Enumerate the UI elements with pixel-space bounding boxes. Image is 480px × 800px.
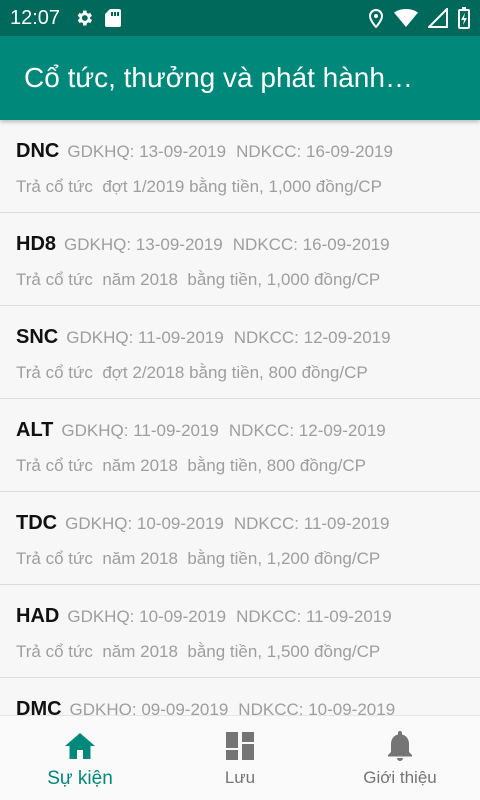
- home-icon: [65, 730, 95, 762]
- dashboard-icon: [226, 730, 254, 762]
- bell-icon: [387, 730, 413, 762]
- record-date: NDKCC: 12-09-2019: [228, 421, 386, 440]
- event-header: DNC GDKHQ: 13-09-2019 NDKCC: 16-09-2019: [16, 140, 464, 163]
- stock-ticker: DMC: [16, 698, 62, 716]
- battery-charging-icon: [458, 7, 470, 29]
- status-time: 12:07: [10, 6, 61, 29]
- ex-rights-date: GDKHQ: 13-09-2019: [64, 235, 223, 254]
- stock-ticker: ALT: [16, 419, 54, 441]
- nav-label-about: Giới thiệu: [363, 768, 437, 787]
- app-bar: Cổ tức, thưởng và phát hành…: [0, 36, 480, 120]
- stock-ticker: TDC: [16, 512, 58, 534]
- sd-card-icon: [104, 8, 122, 28]
- stock-ticker: HAD: [16, 605, 60, 627]
- event-description: Trả cổ tức năm 2018 bằng tiền, 800 đồng/…: [16, 456, 367, 475]
- event-list[interactable]: DNC GDKHQ: 13-09-2019 NDKCC: 16-09-2019 Trả…: [0, 120, 480, 716]
- event-row[interactable]: SNC GDKHQ: 11-09-2019 NDKCC: 12-09-2019 Trả…: [0, 306, 480, 399]
- event-header: DMC GDKHQ: 09-09-2019 NDKCC: 10-09-2019: [16, 698, 464, 716]
- ex-rights-date: GDKHQ: 11-09-2019: [61, 421, 219, 440]
- record-date: NDKCC: 16-09-2019: [232, 235, 390, 254]
- status-bar: 12:07: [0, 0, 480, 36]
- event-description: Trả cổ tức năm 2018 bằng tiền, 1,200 đồn…: [16, 549, 381, 568]
- event-header: SNC GDKHQ: 11-09-2019 NDKCC: 12-09-2019: [16, 326, 464, 349]
- event-header: TDC GDKHQ: 10-09-2019 NDKCC: 11-09-2019: [16, 512, 464, 535]
- nav-label-events: Sự kiện: [47, 768, 113, 789]
- bottom-navigation: Sự kiện Lưu Giới thiệu: [0, 715, 480, 800]
- ex-rights-date: GDKHQ: 13-09-2019: [67, 142, 227, 161]
- event-header: HAD GDKHQ: 10-09-2019 NDKCC: 11-09-2019: [16, 605, 464, 628]
- ex-rights-date: GDKHQ: 10-09-2019: [65, 514, 224, 533]
- nav-label-saved: Lưu: [224, 768, 256, 787]
- record-date: NDKCC: 12-09-2019: [233, 328, 391, 347]
- nav-item-saved[interactable]: Lưu: [160, 716, 320, 800]
- record-date: NDKCC: 11-09-2019: [233, 514, 390, 533]
- event-row[interactable]: TDC GDKHQ: 10-09-2019 NDKCC: 11-09-2019 Trả…: [0, 492, 480, 585]
- stock-ticker: SNC: [16, 326, 59, 348]
- nav-item-events[interactable]: Sự kiện: [0, 716, 160, 800]
- record-date: NDKCC: 11-09-2019: [236, 607, 392, 626]
- ex-rights-date: GDKHQ: 11-09-2019: [66, 328, 224, 347]
- record-date: NDKCC: 10-09-2019: [238, 700, 396, 716]
- event-row[interactable]: DMC GDKHQ: 09-09-2019 NDKCC: 10-09-2019: [0, 678, 480, 716]
- page-title: Cổ tức, thưởng và phát hành…: [24, 62, 413, 93]
- event-description: Trả cổ tức năm 2018 bằng tiền, 1,500 đồn…: [16, 642, 381, 661]
- signal-icon: [428, 8, 448, 28]
- event-row[interactable]: DNC GDKHQ: 13-09-2019 NDKCC: 16-09-2019 Trả…: [0, 120, 480, 213]
- location-icon: [368, 8, 384, 28]
- event-row[interactable]: HAD GDKHQ: 10-09-2019 NDKCC: 11-09-2019 Trả…: [0, 585, 480, 678]
- event-description: Trả cổ tức đợt 1/2019 bằng tiền, 1,000 đ…: [16, 177, 382, 196]
- ex-rights-date: GDKHQ: 10-09-2019: [67, 607, 227, 626]
- ex-rights-date: GDKHQ: 09-09-2019: [69, 700, 229, 716]
- event-description: Trả cổ tức đợt 2/2018 bằng tiền, 800 đồn…: [16, 363, 368, 382]
- wifi-icon: [394, 9, 418, 27]
- nav-item-about[interactable]: Giới thiệu: [320, 716, 480, 800]
- gear-icon: [74, 8, 94, 28]
- record-date: NDKCC: 16-09-2019: [236, 142, 393, 161]
- event-description: Trả cổ tức năm 2018 bằng tiền, 1,000 đồn…: [16, 270, 381, 289]
- event-header: ALT GDKHQ: 11-09-2019 NDKCC: 12-09-2019: [16, 419, 464, 442]
- event-row[interactable]: HD8 GDKHQ: 13-09-2019 NDKCC: 16-09-2019 Trả…: [0, 213, 480, 306]
- stock-ticker: DNC: [16, 140, 60, 162]
- event-header: HD8 GDKHQ: 13-09-2019 NDKCC: 16-09-2019: [16, 233, 464, 256]
- event-row[interactable]: ALT GDKHQ: 11-09-2019 NDKCC: 12-09-2019 Trả…: [0, 399, 480, 492]
- stock-ticker: HD8: [16, 233, 57, 255]
